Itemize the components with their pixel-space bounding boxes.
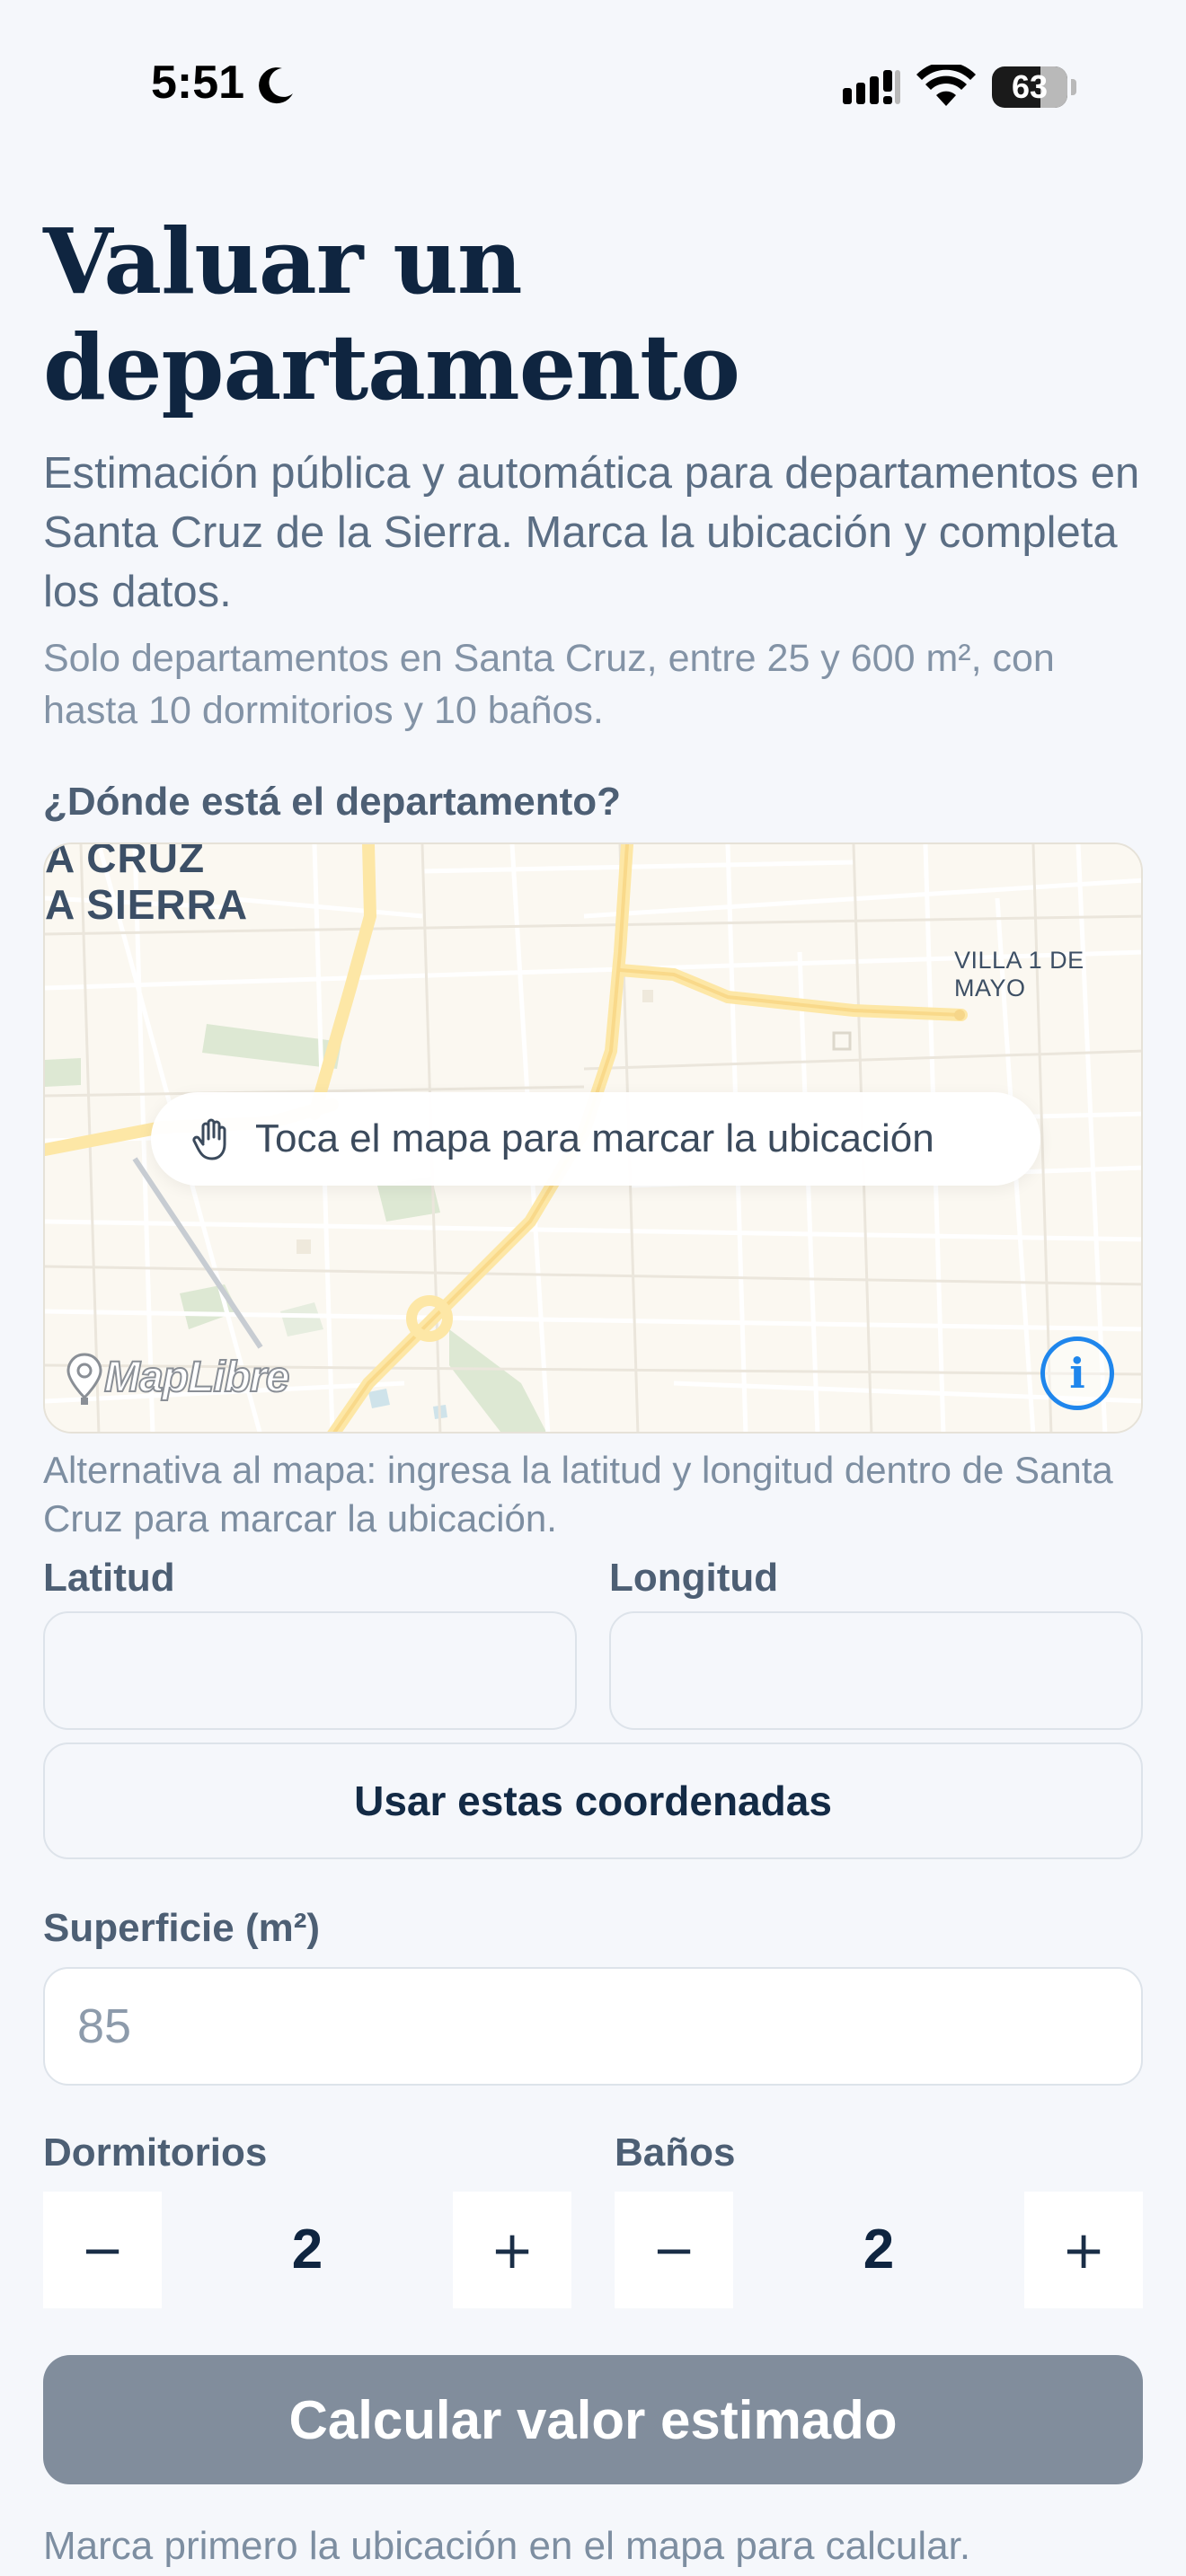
- footer-hint: Marca primero la ubicación en el mapa pa…: [43, 2524, 971, 2568]
- hand-icon: [192, 1118, 226, 1160]
- bedrooms-stepper: − 2 +: [43, 2192, 571, 2308]
- map-hint-text: Toca el mapa para marcar la ubicación: [255, 1116, 934, 1160]
- status-bar: 5:51 63: [0, 0, 1186, 171]
- location-map[interactable]: A CRUZ A SIERRA VILLA 1 DE MAYO Toca el …: [43, 842, 1143, 1434]
- latitude-label: Latitud: [43, 1556, 175, 1600]
- bathrooms-decrement-button[interactable]: −: [615, 2192, 733, 2308]
- surface-label: Superficie (m²): [43, 1906, 321, 1950]
- longitude-input[interactable]: [609, 1611, 1143, 1730]
- status-time: 5:51: [151, 57, 245, 109]
- surface-input[interactable]: [43, 1967, 1143, 2086]
- page-title: Valuar un departamento: [43, 208, 740, 420]
- wifi-icon: [916, 65, 976, 106]
- moon-icon: [259, 67, 293, 104]
- map-section-label: ¿Dónde está el departamento?: [43, 780, 622, 824]
- bedrooms-decrement-button[interactable]: −: [43, 2192, 162, 2308]
- map-district-label: VILLA 1 DE MAYO: [954, 947, 1084, 1001]
- battery-level: 63: [1011, 68, 1049, 105]
- bathrooms-stepper: − 2 +: [615, 2192, 1143, 2308]
- map-attribution: MapLibre: [103, 1353, 290, 1402]
- bathrooms-value: 2: [863, 2219, 895, 2280]
- bathrooms-label: Baños: [615, 2130, 736, 2175]
- calculate-button[interactable]: Calcular valor estimado: [43, 2355, 1143, 2484]
- info-icon: i: [1069, 1349, 1085, 1398]
- map-city-label-line2: A SIERRA: [45, 881, 249, 928]
- limits-note: Solo departamentos en Santa Cruz, entre …: [43, 637, 1055, 732]
- map-hint-pill: Toca el mapa para marcar la ubicación: [151, 1092, 1040, 1186]
- longitude-label: Longitud: [609, 1556, 779, 1600]
- bedrooms-label: Dormitorios: [43, 2130, 268, 2175]
- battery-indicator: 63: [992, 66, 1067, 108]
- valuation-screen: 5:51 63 Valuar un departamento Estimació…: [0, 0, 1186, 2576]
- map-info-button[interactable]: i: [1040, 1337, 1114, 1410]
- latitude-input[interactable]: [43, 1611, 577, 1730]
- bedrooms-increment-button[interactable]: +: [453, 2192, 571, 2308]
- cellular-signal-icon: [843, 70, 900, 104]
- battery-tip: [1071, 79, 1076, 95]
- intro-text: Estimación pública y automática para dep…: [43, 449, 1140, 616]
- coordinates-alt-text: Alternativa al mapa: ingresa la latitud …: [43, 1449, 1113, 1539]
- bathrooms-increment-button[interactable]: +: [1024, 2192, 1143, 2308]
- bedrooms-value: 2: [291, 2219, 323, 2280]
- use-coordinates-button[interactable]: Usar estas coordenadas: [43, 1742, 1143, 1859]
